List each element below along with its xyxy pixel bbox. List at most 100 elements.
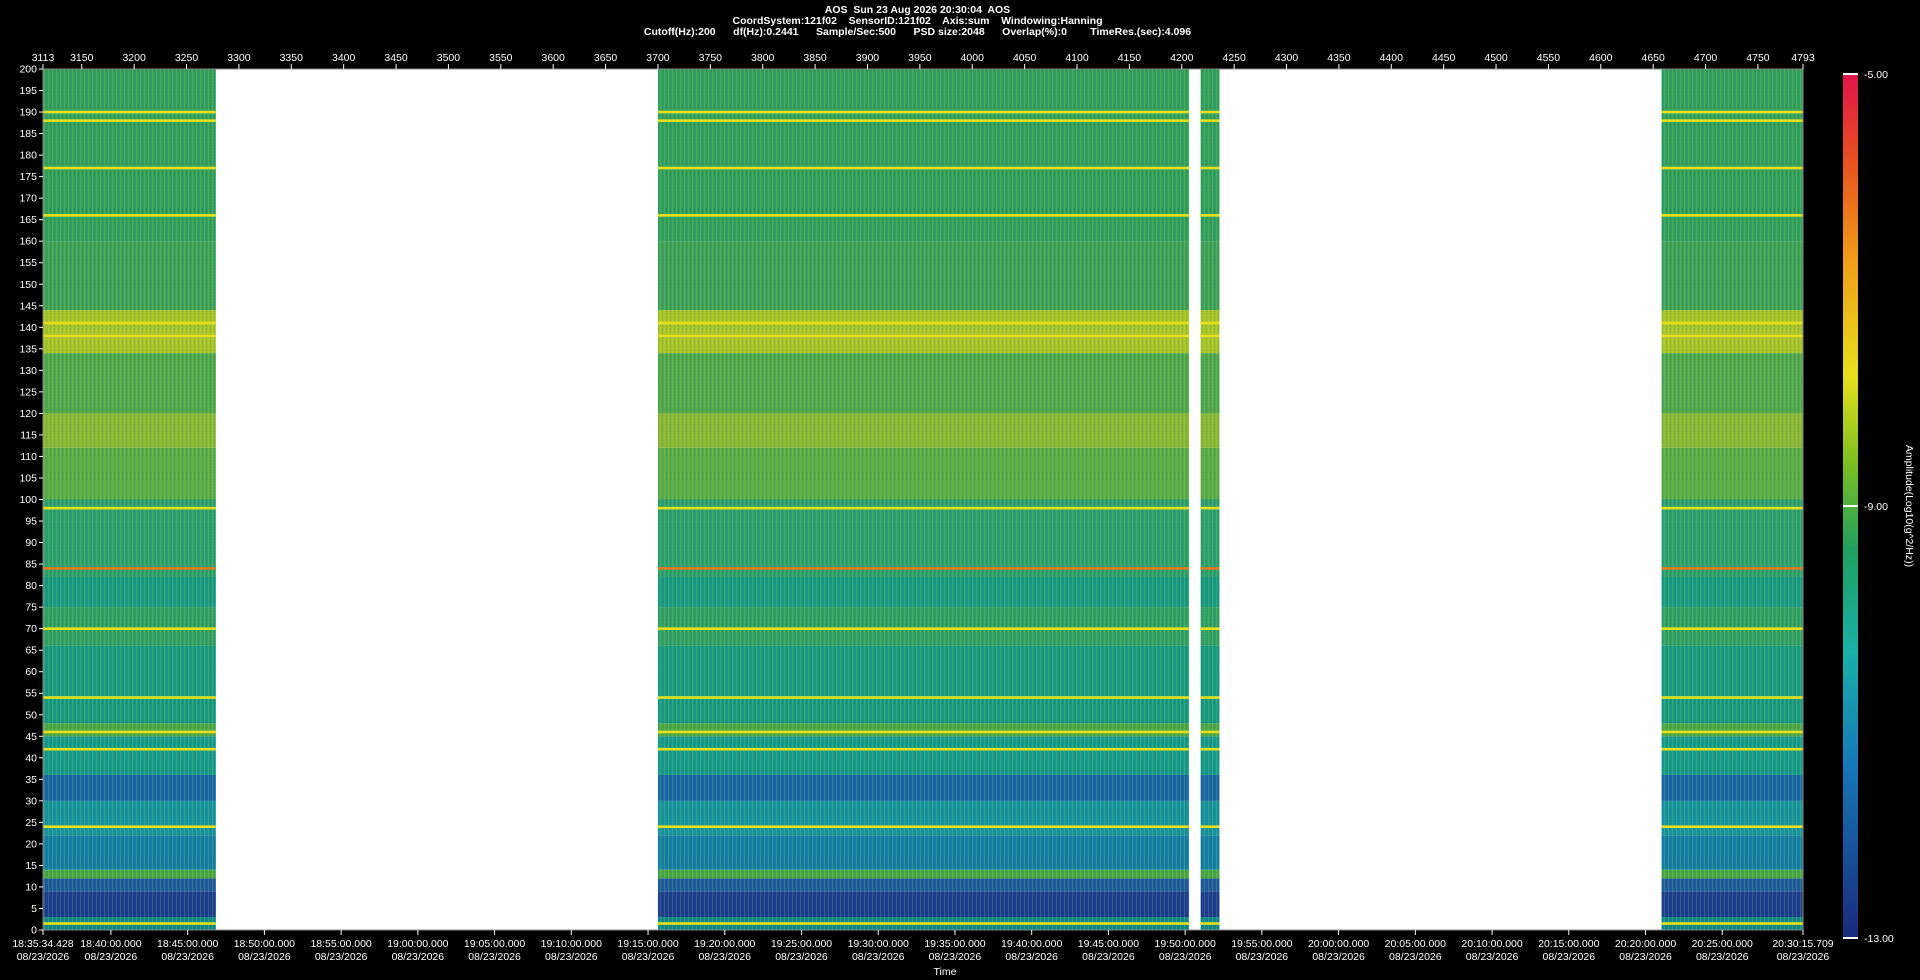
date-tick-label: 08/23/2026: [315, 951, 368, 963]
top-tick-label: 4400: [1380, 52, 1404, 64]
spectrogram-texture: [657, 69, 1190, 930]
time-tick-label: 19:55:00.000: [1231, 938, 1292, 950]
spectral-line: [1661, 730, 1803, 734]
y-tick-label: 20: [25, 838, 37, 850]
top-tick-label: 3800: [751, 52, 775, 64]
time-tick-label: 19:10:00.000: [541, 938, 602, 950]
spectral-line: [43, 334, 216, 338]
spectral-line: [1661, 506, 1803, 510]
time-tick-label: 19:45:00.000: [1078, 938, 1139, 950]
top-tick-label: 3500: [437, 52, 461, 64]
spectral-line: [1200, 922, 1220, 925]
spectral-line: [43, 214, 216, 217]
time-tick-label: 20:25:00.000: [1692, 938, 1753, 950]
date-tick-label: 08/23/2026: [1696, 951, 1749, 963]
top-tick-label: 4700: [1694, 52, 1718, 64]
colorbar-tick-label: -9.00: [1864, 501, 1888, 513]
spectral-line: [1200, 506, 1220, 510]
y-tick-label: 95: [25, 516, 37, 528]
time-tick-label: 20:30:15.709: [1772, 938, 1833, 950]
spectral-line: [657, 166, 1190, 170]
y-tick-label: 150: [19, 279, 37, 291]
date-tick-label: 08/23/2026: [622, 951, 675, 963]
time-tick-label: 19:05:00.000: [464, 938, 525, 950]
y-tick-label: 110: [20, 451, 37, 463]
spectral-line: [1200, 567, 1220, 570]
y-tick-label: 30: [25, 795, 37, 807]
top-tick-label: 3150: [70, 52, 94, 64]
time-tick-label: 18:55:00.000: [310, 938, 371, 950]
y-tick-label: 60: [25, 666, 37, 678]
spectral-line: [657, 747, 1190, 751]
spectral-line: [657, 696, 1190, 699]
spectral-line: [43, 696, 216, 699]
time-tick-label: 20:00:00.000: [1308, 938, 1369, 950]
top-tick-label: 3750: [699, 52, 723, 64]
data-segment: [657, 69, 1190, 930]
y-tick-label: 120: [19, 408, 37, 420]
top-tick-label: 4450: [1432, 52, 1456, 64]
y-tick-label: 180: [19, 150, 37, 162]
spectral-line: [1661, 825, 1803, 828]
y-tick-label: 170: [19, 193, 37, 205]
spectral-line: [43, 166, 216, 170]
y-tick-label: 125: [19, 386, 37, 398]
time-tick-label: 19:30:00.000: [848, 938, 909, 950]
y-tick-label: 5: [31, 903, 37, 915]
data-segment: [1200, 69, 1220, 930]
spectral-line: [1200, 321, 1220, 325]
time-tick-label: 18:45:00.000: [157, 938, 218, 950]
top-tick-label: 4100: [1065, 52, 1089, 64]
spectral-line: [1661, 696, 1803, 699]
y-tick-label: 175: [19, 171, 37, 183]
time-tick-label: 20:20:00.000: [1615, 938, 1676, 950]
y-tick-label: 135: [19, 343, 37, 355]
spectrogram-chart[interactable]: 0510152025303540455055606570758085909510…: [0, 0, 1920, 980]
y-tick-label: 190: [19, 107, 37, 119]
spectral-line: [1200, 696, 1220, 699]
spectral-line: [657, 730, 1190, 734]
date-tick-label: 08/23/2026: [1619, 951, 1672, 963]
date-tick-label: 08/23/2026: [1389, 951, 1442, 963]
y-tick-label: 85: [25, 559, 37, 571]
spectral-line: [1200, 334, 1220, 338]
y-tick-label: 90: [25, 537, 37, 549]
top-tick-label: 3700: [646, 52, 670, 64]
y-tick-label: 50: [25, 709, 37, 721]
top-tick-label: 3250: [175, 52, 199, 64]
spectral-line: [657, 567, 1190, 570]
top-tick-label: 4550: [1537, 52, 1561, 64]
spectral-line: [1200, 627, 1220, 630]
spectrogram-texture: [1200, 69, 1220, 930]
y-tick-label: 55: [25, 688, 37, 700]
spectral-line: [1661, 321, 1803, 325]
spectral-line: [43, 506, 216, 510]
spectral-line: [43, 110, 216, 114]
date-tick-label: 08/23/2026: [392, 951, 445, 963]
y-tick-label: 65: [25, 645, 37, 657]
time-tick-label: 20:05:00.000: [1385, 938, 1446, 950]
date-tick-label: 08/23/2026: [1005, 951, 1058, 963]
date-tick-label: 08/23/2026: [775, 951, 828, 963]
spectral-line: [657, 321, 1190, 325]
time-tick-label: 18:40:00.000: [80, 938, 141, 950]
spectral-line: [1661, 110, 1803, 114]
top-tick-label: 3650: [594, 52, 618, 64]
date-tick-label: 08/23/2026: [929, 951, 982, 963]
time-tick-label: 18:50:00.000: [234, 938, 295, 950]
y-tick-label: 40: [25, 752, 37, 764]
spectral-line: [1661, 567, 1803, 570]
top-tick-label: 3300: [227, 52, 251, 64]
time-tick-label: 20:10:00.000: [1461, 938, 1522, 950]
spectral-line: [657, 922, 1190, 925]
y-tick-label: 160: [19, 236, 37, 248]
data-segment: [1661, 69, 1803, 930]
y-tick-label: 80: [25, 580, 37, 592]
y-tick-label: 115: [20, 429, 37, 441]
spectral-line: [43, 747, 216, 751]
date-tick-label: 08/23/2026: [161, 951, 214, 963]
spectral-line: [43, 627, 216, 630]
top-tick-label: 3850: [803, 52, 827, 64]
spectral-line: [1200, 214, 1220, 217]
top-tick-label: 3600: [542, 52, 566, 64]
